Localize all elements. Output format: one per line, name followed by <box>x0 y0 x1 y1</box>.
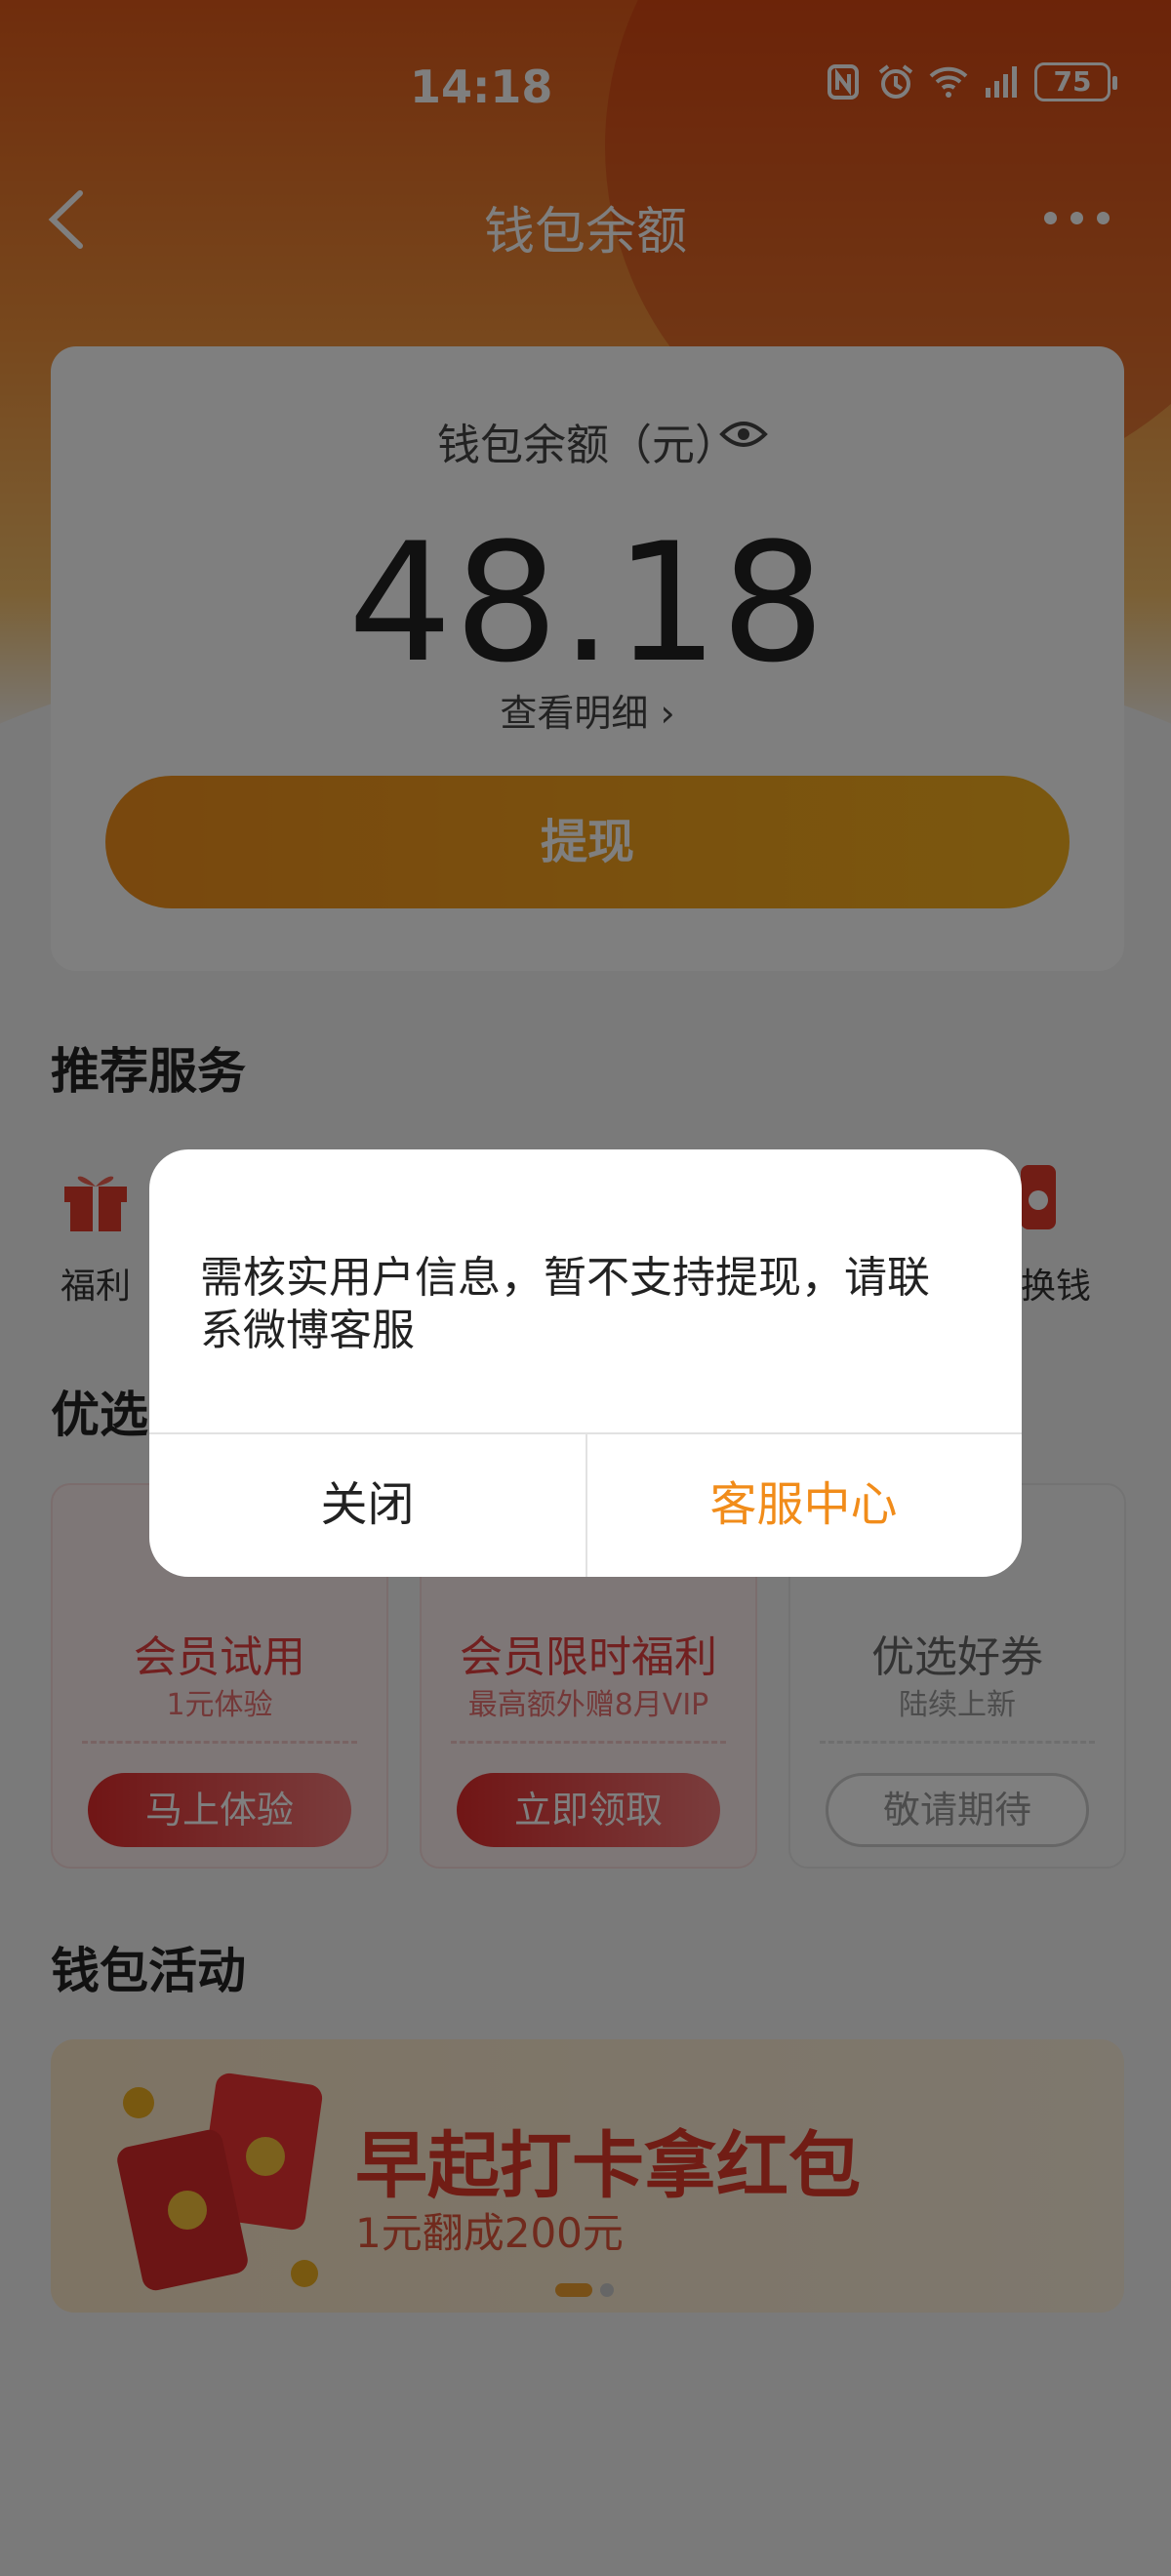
customer-service-button[interactable]: 客服中心 <box>586 1432 1022 1577</box>
alert-dialog: 需核实用户信息，暂不支持提现，请联系微博客服 关闭 客服中心 <box>149 1149 1022 1577</box>
close-button[interactable]: 关闭 <box>149 1432 586 1577</box>
dialog-message: 需核实用户信息，暂不支持提现，请联系微博客服 <box>200 1253 930 1355</box>
